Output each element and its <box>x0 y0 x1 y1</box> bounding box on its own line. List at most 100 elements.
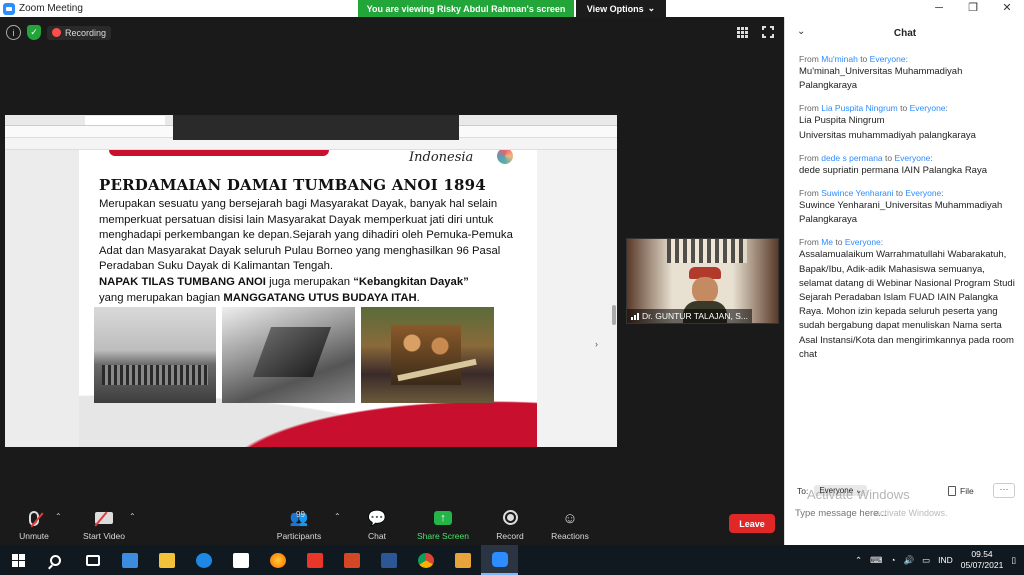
action-center-icon[interactable]: ▯ <box>1011 555 1016 566</box>
input-icon[interactable]: ⌨ <box>870 555 882 566</box>
audio-options-caret[interactable]: ⌃ <box>55 512 62 521</box>
app-window-icon <box>121 552 138 568</box>
task-view-button[interactable] <box>74 545 111 575</box>
word-icon <box>380 552 397 568</box>
zoom-logo-icon <box>3 2 15 15</box>
gallery-view-icon[interactable] <box>737 27 748 38</box>
participant-video-tile[interactable]: Dr. GUNTUR TALAJAN, S... <box>626 238 779 324</box>
participants-count: 99 <box>296 510 305 519</box>
task-view-icon <box>85 554 100 566</box>
share-screen-button[interactable]: ↑ Share Screen <box>414 500 472 545</box>
doc-line3-end: . <box>416 291 420 304</box>
meeting-toolbar: Unmute ⌃ Start Video ⌃ 👥 99 Participants… <box>0 500 784 545</box>
view-options-button[interactable]: View Options ⌄ <box>576 0 666 17</box>
doc-bold-3: MANGGATANG UTUS BUDAYA ITAH <box>223 291 417 304</box>
taskbar-acrobat[interactable] <box>296 545 333 575</box>
chat-title: Chat <box>893 27 917 39</box>
redacted-region <box>173 115 459 140</box>
taskbar-zoom[interactable] <box>481 545 518 575</box>
chevron-up-icon[interactable]: ⌃ <box>855 555 862 566</box>
taskbar-store[interactable] <box>222 545 259 575</box>
zoom-icon <box>491 551 508 567</box>
taskbar-word[interactable] <box>370 545 407 575</box>
language-indicator[interactable]: IND <box>938 555 953 565</box>
maximize-button[interactable]: ❐ <box>956 0 990 17</box>
taskbar-chrome[interactable] <box>407 545 444 575</box>
participants-options-caret[interactable]: ⌃ <box>334 512 341 521</box>
taskbar-firefox[interactable] <box>259 545 296 575</box>
pdf-right-margin <box>537 150 617 447</box>
chat-messages: From Mu'minah to Everyone: Mu'minah_Univ… <box>799 53 1015 371</box>
close-button[interactable]: ✕ <box>990 0 1024 17</box>
shared-screen: › Indonesia PERDAMAIAN DAMAI TUMBANG ANO… <box>5 115 617 447</box>
search-button[interactable] <box>37 545 74 575</box>
doc-mid-text: juga merupakan <box>265 275 354 288</box>
background-ornament <box>667 239 747 263</box>
browser-tab <box>85 116 165 125</box>
window-title: Zoom Meeting <box>19 3 83 14</box>
taskbar-powerpoint[interactable] <box>333 545 370 575</box>
acrobat-icon <box>306 552 323 568</box>
window-controls: ─ ❐ ✕ <box>922 0 1024 17</box>
header-decoration <box>109 150 329 156</box>
start-button[interactable] <box>0 545 37 575</box>
activate-windows-watermark-small: activate Windows. <box>875 508 948 518</box>
recording-indicator[interactable]: Recording <box>47 25 112 40</box>
microphone-muted-icon <box>29 511 39 526</box>
reactions-button[interactable]: ☺ Reactions <box>548 500 592 545</box>
store-icon <box>232 552 249 568</box>
doc-line3-pre: yang merupakan bagian <box>99 291 224 304</box>
doc-bold-2: “Kebangkitan Dayak” <box>353 275 469 288</box>
unmute-button[interactable]: Unmute <box>14 500 54 545</box>
share-arrow-icon: ↑ <box>434 511 452 525</box>
chevron-down-icon: ⌄ <box>647 3 656 13</box>
windows-taskbar: ⌃ ⌨ ◔ 🔊 ▭ IND 09.54 05/07/2021 ▯ <box>0 545 1024 575</box>
chat-button[interactable]: 💬 Chat <box>360 500 394 545</box>
video-options-caret[interactable]: ⌃ <box>129 512 136 521</box>
volume-icon[interactable]: 🔊 <box>904 555 915 566</box>
doc-body: Merupakan sesuatu yang bersejarah bagi M… <box>99 197 533 306</box>
chrome-icon <box>417 552 434 568</box>
minimize-button[interactable]: ─ <box>922 0 956 17</box>
system-tray: ⌃ ⌨ ◔ 🔊 ▭ IND 09.54 05/07/2021 ▯ <box>855 545 1024 575</box>
window-titlebar: Zoom Meeting You are viewing Risky Abdul… <box>0 0 1024 17</box>
taskbar-media[interactable] <box>444 545 481 575</box>
fullscreen-icon[interactable] <box>761 25 775 39</box>
viewing-banner: You are viewing Risky Abdul Rahman's scr… <box>358 0 574 17</box>
taskbar-clock[interactable]: 09.54 05/07/2021 <box>961 549 1004 571</box>
info-icon[interactable]: i <box>6 25 21 40</box>
shield-icon[interactable]: ✓ <box>27 25 41 40</box>
wifi-icon[interactable]: ◔ <box>890 555 895 565</box>
firefox-icon <box>269 552 286 568</box>
leave-button[interactable]: Leave <box>729 514 775 533</box>
smiley-icon: ☺ <box>562 510 578 527</box>
taskbar-file-explorer[interactable] <box>148 545 185 575</box>
record-icon <box>502 510 518 525</box>
participants-button[interactable]: 👥 99 Participants <box>272 500 326 545</box>
taskbar-app-window[interactable] <box>111 545 148 575</box>
indonesia-logo: Indonesia <box>409 150 474 165</box>
doc-photos <box>94 307 496 403</box>
folder-icon <box>158 552 175 568</box>
recording-dot-icon <box>52 28 61 37</box>
view-options-label: View Options <box>586 3 644 14</box>
more-options-button[interactable]: ··· <box>993 483 1015 498</box>
powerpoint-icon <box>343 552 360 568</box>
file-icon <box>948 486 956 496</box>
chat-message: From Lia Puspita Ningrum to Everyone: Li… <box>799 103 976 141</box>
file-button[interactable]: File <box>948 486 974 496</box>
logo-mark-icon <box>497 150 513 164</box>
media-icon <box>454 552 471 568</box>
taskbar-edge[interactable] <box>185 545 222 575</box>
doc-title: PERDAMAIAN DAMAI TUMBANG ANOI 1894 <box>99 176 486 194</box>
participant-name-label: Dr. GUNTUR TALAJAN, S... <box>627 309 752 323</box>
recording-label: Recording <box>65 27 107 38</box>
record-button[interactable]: Record <box>492 500 528 545</box>
start-video-button[interactable]: Start Video <box>78 500 130 545</box>
pdf-scrollbar <box>612 305 616 325</box>
chat-panel: ⌄ Chat From Mu'minah to Everyone: Mu'min… <box>784 17 1024 545</box>
notification-icon[interactable]: ▭ <box>922 555 930 566</box>
signal-bars-icon <box>631 312 639 320</box>
chevron-down-icon[interactable]: ⌄ <box>797 26 805 37</box>
photo-historic-gathering <box>94 307 216 403</box>
